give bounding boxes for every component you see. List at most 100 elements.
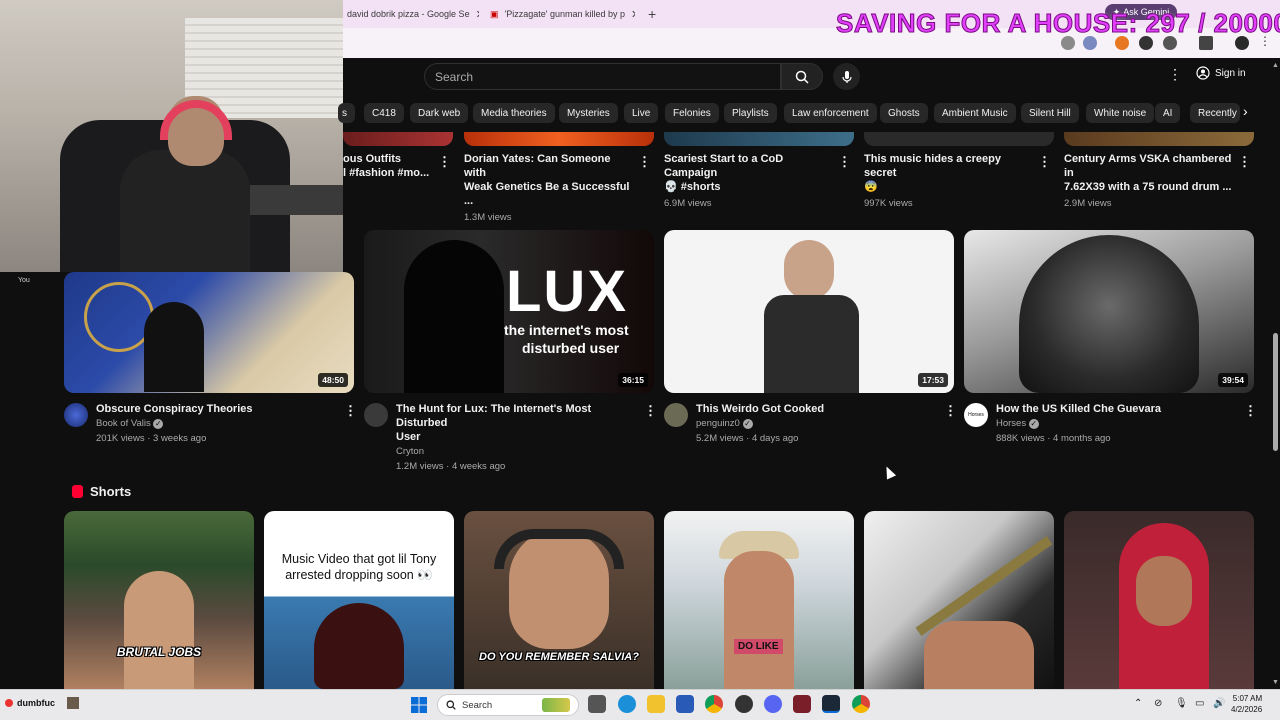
- headphones-graphic: [494, 529, 624, 569]
- scroll-up-icon[interactable]: ▲: [1272, 62, 1279, 69]
- video-card[interactable]: The Hunt for Lux: The Internet's Most Di…: [396, 402, 636, 474]
- video-thumbnail[interactable]: 48:50: [64, 272, 354, 393]
- avatar[interactable]: [364, 403, 388, 427]
- scroll-down-icon[interactable]: ▼: [1272, 679, 1279, 686]
- video-stats: 1.3M views: [464, 212, 512, 223]
- chip[interactable]: Ghosts: [880, 103, 928, 123]
- video-thumbnail[interactable]: [1064, 132, 1254, 146]
- video-title: 💀 #shorts: [664, 181, 721, 193]
- video-thumbnail[interactable]: [664, 132, 854, 146]
- chip[interactable]: Dark web: [410, 103, 469, 123]
- chrome-icon[interactable]: [705, 695, 723, 713]
- chip[interactable]: Media theories: [473, 103, 555, 123]
- mouse-cursor: [881, 464, 897, 480]
- steam-icon[interactable]: [822, 695, 840, 713]
- short-card[interactable]: Music Video that got lil Tony arrested d…: [264, 511, 454, 689]
- avatar[interactable]: Horses: [964, 403, 988, 427]
- chip[interactable]: Law enforcement: [784, 103, 877, 123]
- avatar[interactable]: [664, 403, 688, 427]
- video-thumbnail[interactable]: [343, 132, 453, 146]
- video-card[interactable]: How the US Killed Che Guevara Horses ✓ 8…: [996, 402, 1236, 446]
- short-card[interactable]: BRUTAL JOBS: [64, 511, 254, 689]
- obs-icon[interactable]: [735, 695, 753, 713]
- video-thumbnail[interactable]: [864, 132, 1054, 146]
- discord-icon[interactable]: [764, 695, 782, 713]
- chip[interactable]: Recently u: [1190, 103, 1240, 123]
- task-view-icon[interactable]: [588, 695, 606, 713]
- chevron-up-icon[interactable]: ⌃: [1134, 698, 1142, 709]
- chip[interactable]: Live: [624, 103, 659, 123]
- video-stats: 201K views · 3 weeks ago: [96, 433, 207, 444]
- kebab-icon[interactable]: ⋮: [438, 154, 451, 170]
- channel-name[interactable]: Horses ✓: [996, 416, 1236, 431]
- video-thumbnail[interactable]: [464, 132, 654, 146]
- volume-icon[interactable]: 🔊: [1213, 698, 1225, 709]
- mic-icon[interactable]: 🎙: [1175, 698, 1188, 709]
- close-icon[interactable]: ✕: [476, 8, 479, 21]
- taskbar-search[interactable]: Search: [437, 694, 579, 716]
- short-card[interactable]: DO LIKE: [664, 511, 854, 689]
- video-card[interactable]: Century Arms VSKA chambered in 7.62X39 w…: [1064, 152, 1234, 211]
- search-input[interactable]: Search: [424, 63, 781, 90]
- avatar[interactable]: [64, 403, 88, 427]
- short-card[interactable]: [1064, 511, 1254, 689]
- store-icon[interactable]: [676, 695, 694, 713]
- chip[interactable]: Silent Hill: [1021, 103, 1079, 123]
- video-thumbnail[interactable]: 39:54: [964, 230, 1254, 393]
- video-thumbnail[interactable]: 17:53: [664, 230, 954, 393]
- channel-name[interactable]: Cryton: [396, 444, 636, 459]
- video-title: This music hides a creepy secret: [864, 153, 1001, 179]
- kebab-icon[interactable]: ⋮: [1038, 154, 1051, 170]
- chip[interactable]: C418: [364, 103, 404, 123]
- app-icon[interactable]: [793, 695, 811, 713]
- kebab-icon[interactable]: ⋮: [838, 154, 851, 170]
- chip[interactable]: Felonies: [665, 103, 719, 123]
- kebab-icon[interactable]: ⋮: [344, 403, 357, 419]
- video-card[interactable]: This music hides a creepy secret 😨 997K …: [864, 152, 1034, 211]
- new-tab-button[interactable]: +: [648, 6, 656, 22]
- scrollbar-thumb[interactable]: [1273, 333, 1278, 451]
- kebab-icon[interactable]: ⋮: [1244, 403, 1257, 419]
- video-card[interactable]: Scariest Start to a CoD Campaign 💀 #shor…: [664, 152, 834, 211]
- video-title: ous Outfits: [343, 153, 402, 165]
- video-card[interactable]: Dorian Yates: Can Someone with Weak Gene…: [464, 152, 634, 225]
- chip[interactable]: s: [338, 103, 355, 123]
- chevron-right-icon[interactable]: ›: [1243, 103, 1248, 119]
- file-explorer-icon[interactable]: [647, 695, 665, 713]
- channel-name[interactable]: Book of Valis ✓: [96, 416, 336, 431]
- thumbnail-figure: [1136, 556, 1192, 626]
- kebab-icon[interactable]: ⋮: [944, 403, 957, 419]
- video-card[interactable]: This Weirdo Got Cooked penguinz0 ✓ 5.2M …: [696, 402, 936, 446]
- close-icon[interactable]: ✕: [631, 8, 635, 21]
- chip[interactable]: AI: [1155, 103, 1181, 123]
- chip[interactable]: Ambient Music: [934, 103, 1016, 123]
- sign-in-button[interactable]: Sign in: [1196, 66, 1246, 80]
- chrome-icon[interactable]: [852, 695, 870, 713]
- kebab-icon[interactable]: ⋮: [644, 403, 657, 419]
- edge-icon[interactable]: [618, 695, 636, 713]
- kebab-icon[interactable]: ⋮: [638, 154, 651, 170]
- video-thumbnail[interactable]: LUX the internet's most disturbed user 3…: [364, 230, 654, 393]
- video-card[interactable]: Obscure Conspiracy Theories Book of Vali…: [96, 402, 336, 446]
- voice-search-button[interactable]: [833, 63, 860, 90]
- browser-tab[interactable]: ▣ 'Pizzagate' gunman killed by p ✕: [490, 4, 635, 24]
- sign-in-label: Sign in: [1215, 67, 1246, 79]
- kebab-icon[interactable]: ⋮: [1238, 154, 1251, 170]
- video-title: Century Arms VSKA chambered in: [1064, 153, 1232, 179]
- taskbar-user-widget[interactable]: dumbfuc: [5, 697, 79, 709]
- browser-tab[interactable]: david dobrik pizza - Google Se ✕: [347, 4, 479, 24]
- kebab-icon[interactable]: ⋮: [1168, 66, 1182, 83]
- chip[interactable]: White noise: [1086, 103, 1155, 123]
- taskbar-clock[interactable]: 5:07 AM 4/2/2026: [1231, 693, 1262, 715]
- search-button[interactable]: [781, 63, 823, 90]
- channel-name[interactable]: penguinz0 ✓: [696, 416, 936, 431]
- network-off-icon[interactable]: ⊘: [1154, 698, 1162, 709]
- chip[interactable]: Playlists: [724, 103, 777, 123]
- short-card[interactable]: DO YOU REMEMBER SALVIA?: [464, 511, 654, 689]
- windows-start-icon[interactable]: [410, 696, 428, 714]
- chip[interactable]: Mysteries: [559, 103, 618, 123]
- video-card[interactable]: ous Outfits l #fashion #mo...: [343, 152, 433, 180]
- shorts-icon: [72, 485, 83, 498]
- short-card[interactable]: [864, 511, 1054, 689]
- display-icon[interactable]: ▭: [1195, 698, 1204, 709]
